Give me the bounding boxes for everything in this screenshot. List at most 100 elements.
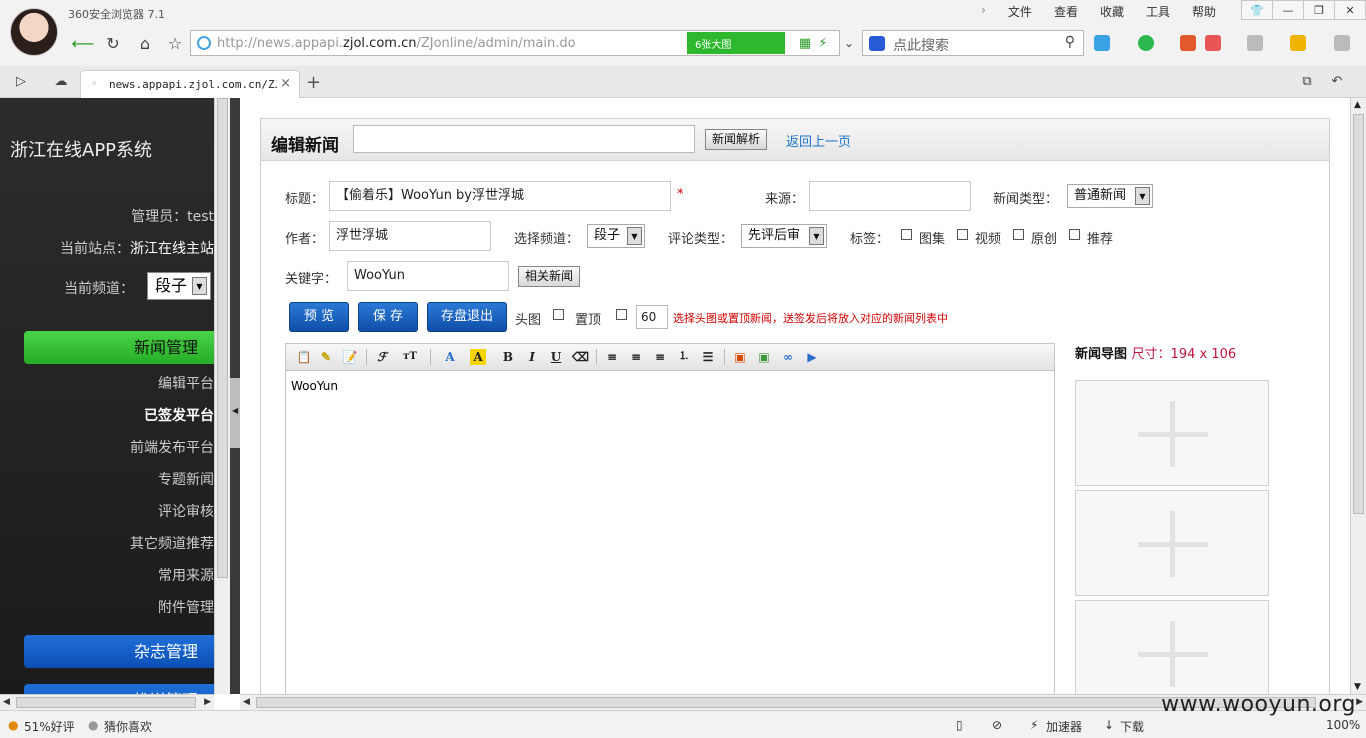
menu-tools[interactable]: 工具 (1146, 3, 1170, 20)
sidebar-toggle-icon[interactable]: ▷ (10, 70, 32, 92)
thumbnail-slot-1[interactable] (1075, 380, 1269, 486)
lightning-icon[interactable]: ⚡ (812, 32, 834, 54)
accelerator-icon[interactable]: ⚡ (1030, 718, 1038, 732)
highlight-color-icon[interactable]: A (470, 349, 486, 365)
insert-multi-image-icon[interactable]: ▣ (756, 349, 772, 365)
sidebar-item-frontend[interactable]: 前端发布平台 (130, 437, 214, 457)
source-input[interactable] (809, 181, 971, 211)
compass-icon[interactable]: ⊘ (992, 718, 1002, 732)
download-icon[interactable]: ↓ (1104, 718, 1114, 732)
underline-icon[interactable]: U (548, 349, 564, 365)
sidebar-item-other-channels[interactable]: 其它频道推荐 (130, 533, 214, 553)
maximize-button[interactable]: ❐ (1303, 0, 1335, 20)
align-right-icon[interactable]: ≡ (652, 349, 668, 365)
collapse-sidebar-handle[interactable]: ◀ (230, 378, 240, 448)
scroll-right-icon[interactable]: ▶ (204, 697, 211, 707)
editor-body[interactable]: WooYun (291, 379, 338, 393)
sidebar-item-published[interactable]: 已签发平台 (144, 405, 214, 425)
new-tab-button[interactable]: + (306, 72, 321, 93)
group-magazine-management[interactable]: 杂志管理 (24, 635, 214, 668)
thumbnail-slot-2[interactable] (1075, 490, 1269, 596)
pdf-icon[interactable] (1205, 35, 1221, 51)
refresh-icon[interactable]: ↻ (102, 32, 124, 54)
current-channel-select[interactable]: 段子 ▼ (147, 272, 211, 300)
group-news-management[interactable]: 新闻管理 (24, 331, 214, 364)
home-icon[interactable]: ⌂ (134, 32, 156, 54)
menu-view[interactable]: 查看 (1054, 3, 1078, 20)
user-avatar[interactable] (10, 8, 58, 56)
scroll-up-icon[interactable]: ▲ (1354, 100, 1361, 110)
format-brush-icon[interactable]: ✎ (318, 349, 334, 365)
scroll-right-icon[interactable]: ▶ (1356, 697, 1363, 707)
menu-favorites[interactable]: 收藏 (1100, 3, 1124, 20)
eraser-icon[interactable]: ⌫ (572, 349, 589, 365)
sidebar-item-topics[interactable]: 专题新闻 (158, 469, 214, 489)
calendar-icon[interactable] (1180, 35, 1196, 51)
save-exit-button[interactable]: 存盘退出 (427, 302, 507, 332)
accelerator-label[interactable]: 加速器 (1046, 718, 1082, 735)
search-icon[interactable]: ⚲ (1065, 34, 1075, 50)
thumbnail-slot-3[interactable] (1075, 600, 1269, 694)
sidebar-item-attachments[interactable]: 附件管理 (158, 597, 214, 617)
translate-icon[interactable] (1334, 35, 1350, 51)
download-label[interactable]: 下载 (1120, 718, 1144, 735)
screenshot-icon[interactable] (1247, 35, 1263, 51)
star-icon[interactable]: ☆ (164, 32, 186, 54)
tag-video-checkbox[interactable] (957, 229, 968, 240)
font-family-icon[interactable]: ℱ (374, 349, 390, 365)
top-position-input[interactable]: 60 (636, 305, 668, 329)
related-news-button[interactable]: 相关新闻 (518, 266, 581, 287)
sidebar-hscroll[interactable]: ◀ ▶ (0, 694, 214, 710)
ordered-list-icon[interactable]: ⒈ (676, 349, 692, 365)
tag-original-checkbox[interactable] (1013, 229, 1024, 240)
font-size-icon[interactable]: тT (402, 349, 418, 365)
search-bar[interactable]: 点此搜索 ⚲ (862, 30, 1084, 56)
title-input[interactable]: 【偷着乐】WooYun by浮世浮城 (329, 181, 671, 211)
close-button[interactable]: ✕ (1334, 0, 1366, 20)
main-vscroll-thumb[interactable] (1353, 114, 1364, 514)
menu-file[interactable]: 文件 (1008, 3, 1032, 20)
scroll-left-icon[interactable]: ◀ (243, 697, 250, 707)
zoom-level[interactable]: 100% (1326, 718, 1360, 732)
rating-text[interactable]: 51%好评 (24, 718, 75, 735)
game-icon[interactable] (1290, 35, 1306, 51)
cloud-icon[interactable]: ☁ (50, 70, 72, 92)
sidebar-item-sources[interactable]: 常用来源 (158, 565, 214, 585)
align-center-icon[interactable]: ≡ (628, 349, 644, 365)
tab-current[interactable]: ◦ news.appapi.zjol.com.cn/ZJonl × (80, 70, 300, 98)
guess-you-like[interactable]: 猜你喜欢 (104, 718, 152, 735)
parse-news-button[interactable]: 新闻解析 (705, 129, 768, 150)
video-icon[interactable]: ▶ (804, 349, 820, 365)
keyword-input[interactable]: WooYun (347, 261, 509, 291)
save-button[interactable]: 保 存 (358, 302, 418, 332)
tag-recommend-checkbox[interactable] (1069, 229, 1080, 240)
italic-icon[interactable]: I (524, 349, 540, 365)
minimize-button[interactable]: — (1272, 0, 1304, 20)
scroll-left-icon[interactable]: ◀ (3, 697, 10, 707)
bigpic-button[interactable]: 6张大图 (687, 32, 785, 54)
sidebar-scroll-thumb[interactable] (217, 98, 228, 578)
skin-icon[interactable]: 👕 (1241, 0, 1273, 20)
main-hscroll-thumb[interactable] (256, 697, 1316, 708)
apps-icon[interactable] (1094, 35, 1110, 51)
menu-chevron-icon[interactable]: › (981, 3, 986, 20)
headline-checkbox[interactable] (553, 309, 564, 320)
sidebar-vscroll[interactable] (214, 98, 230, 694)
unordered-list-icon[interactable]: ☰ (700, 349, 716, 365)
preview-button[interactable]: 预 览 (289, 302, 349, 332)
shield-icon[interactable] (1138, 35, 1154, 51)
sidebar-item-comments[interactable]: 评论审核 (158, 501, 214, 521)
group-push-management[interactable]: 推送管理 (24, 684, 214, 694)
sidebar-hscroll-thumb[interactable] (16, 697, 196, 708)
tag-gallery-checkbox[interactable] (901, 229, 912, 240)
news-type-select[interactable]: 普通新闻 ▼ (1067, 184, 1153, 208)
menu-help[interactable]: 帮助 (1192, 3, 1216, 20)
chevron-down-icon[interactable]: ⌄ (838, 32, 860, 54)
top-checkbox[interactable] (616, 309, 627, 320)
scroll-down-icon[interactable]: ▼ (1354, 682, 1361, 692)
paste-icon[interactable]: 📋 (296, 349, 312, 365)
insert-image-icon[interactable]: ▣ (732, 349, 748, 365)
window-list-icon[interactable]: ⧉ (1296, 70, 1318, 92)
comment-type-select[interactable]: 先评后审 ▼ (741, 224, 827, 248)
channel-select[interactable]: 段子 ▼ (587, 224, 645, 248)
